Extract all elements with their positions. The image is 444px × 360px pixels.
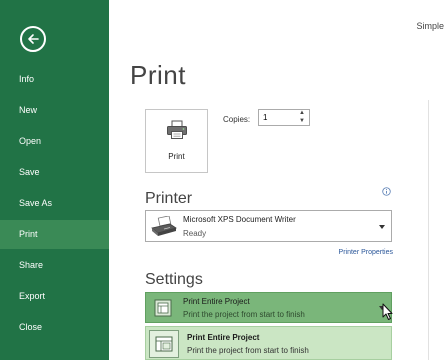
nav-item-print[interactable]: Print — [0, 220, 109, 249]
document-icon — [149, 330, 179, 358]
print-button-label: Print — [168, 152, 185, 161]
print-range-option[interactable]: Print Entire Project Print the project f… — [145, 326, 392, 360]
nav-item-new[interactable]: New — [0, 96, 109, 125]
window-title: Simple — [416, 21, 444, 31]
nav-item-info[interactable]: Info — [0, 65, 109, 94]
copies-stepper: ▲ ▼ — [258, 109, 310, 126]
backstage-view: Info New Open Save Save As Print Share E… — [0, 0, 444, 360]
info-icon[interactable] — [382, 187, 391, 196]
mouse-cursor-icon — [382, 303, 393, 320]
back-arrow-icon — [28, 34, 39, 44]
copies-increment-icon[interactable]: ▲ — [295, 110, 309, 117]
printer-name: Microsoft XPS Document Writer — [183, 215, 296, 224]
print-button[interactable]: Print — [145, 109, 208, 173]
pane-divider — [428, 100, 429, 360]
nav-item-close[interactable]: Close — [0, 313, 109, 342]
print-range-select[interactable]: Print Entire Project Print the project f… — [145, 292, 392, 323]
printer-status: Ready — [183, 229, 207, 238]
printer-select[interactable]: Microsoft XPS Document Writer Ready — [145, 210, 392, 242]
option-title: Print Entire Project — [187, 333, 260, 342]
nav-item-save[interactable]: Save — [0, 158, 109, 187]
option-description: Print the project from start to finish — [187, 346, 309, 355]
settings-section-title: Settings — [145, 271, 203, 288]
backstage-nav: Info New Open Save Save As Print Share E… — [0, 65, 109, 344]
page-title: Print — [130, 60, 186, 90]
copies-decrement-icon[interactable]: ▼ — [295, 118, 309, 125]
copies-label: Copies: — [223, 115, 251, 124]
print-pane: Simple Print Print Copies: ▲ ▼ Printer — [109, 0, 444, 360]
nav-item-export[interactable]: Export — [0, 282, 109, 311]
printer-section-title: Printer — [145, 190, 193, 207]
print-range-title: Print Entire Project — [183, 297, 250, 306]
nav-item-open[interactable]: Open — [0, 127, 109, 156]
printer-icon — [167, 120, 187, 139]
print-range-description: Print the project from start to finish — [183, 310, 305, 319]
printer-properties-link[interactable]: Printer Properties — [339, 249, 393, 256]
backstage-sidebar: Info New Open Save Save As Print Share E… — [0, 0, 109, 360]
document-icon — [154, 299, 172, 317]
back-button[interactable] — [20, 26, 46, 52]
nav-item-save-as[interactable]: Save As — [0, 189, 109, 218]
xps-printer-icon — [151, 216, 177, 236]
nav-item-share[interactable]: Share — [0, 251, 109, 280]
chevron-down-icon — [379, 225, 385, 229]
